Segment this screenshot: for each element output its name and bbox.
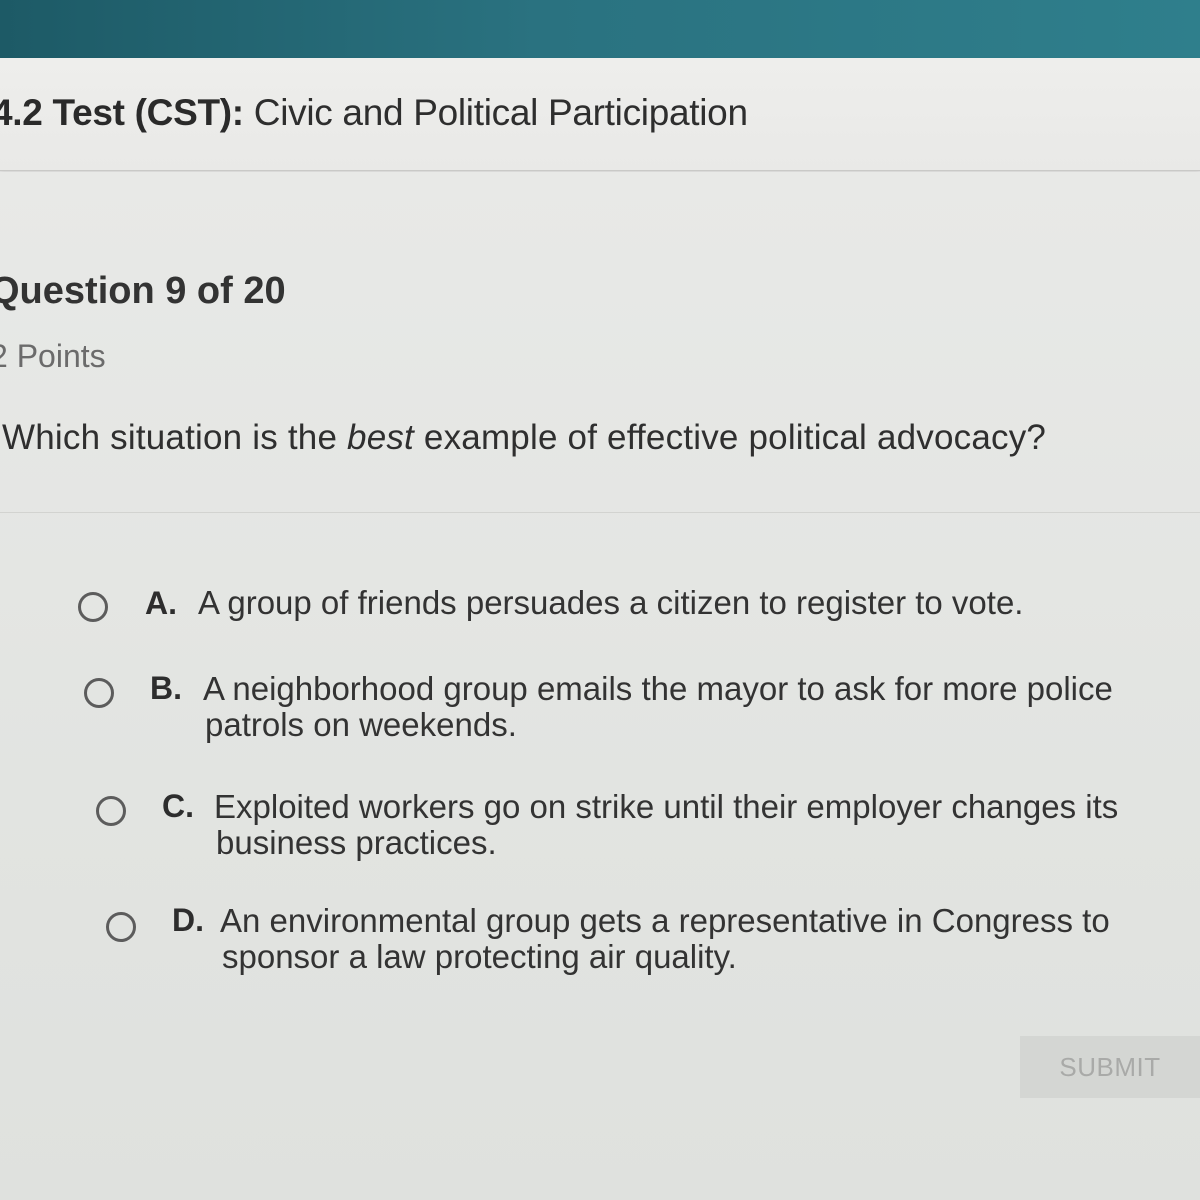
option-letter-d: D. xyxy=(172,902,204,938)
option-text-a: A group of friends persuades a citizen t… xyxy=(198,584,1024,621)
prompt-text-start: Which situation is the xyxy=(2,418,348,457)
option-text-d-line2: sponsor a law protecting air quality. xyxy=(222,938,737,975)
option-letter-c: C. xyxy=(162,788,194,824)
question-points: 2 Points xyxy=(0,338,106,374)
answer-option-d[interactable]: D. An environmental group gets a represe… xyxy=(0,898,1200,978)
option-text-c-line2: business practices. xyxy=(216,824,497,861)
option-text-c-line1: Exploited workers go on strike until the… xyxy=(214,788,1119,825)
submit-button[interactable]: SUBMIT xyxy=(1020,1036,1200,1098)
radio-button-b[interactable] xyxy=(84,678,114,708)
option-text-b-line1: A neighborhood group emails the mayor to… xyxy=(203,670,1113,707)
test-title: 4.2 Test (CST): Civic and Political Part… xyxy=(0,92,748,134)
top-app-bar xyxy=(0,0,1200,58)
prompt-text-end: example of effective political advocacy? xyxy=(414,418,1047,457)
option-text-d-line1: An environmental group gets a representa… xyxy=(220,902,1110,939)
option-letter-a: A. xyxy=(145,585,177,621)
radio-button-a[interactable] xyxy=(78,592,108,622)
test-code: 4.2 Test (CST): xyxy=(0,92,244,133)
prompt-emphasis: best xyxy=(347,418,414,457)
test-name: Civic and Political Participation xyxy=(253,92,748,133)
answer-option-a[interactable]: A. A group of friends persuades a citize… xyxy=(0,580,1200,630)
answer-option-b[interactable]: B. A neighborhood group emails the mayor… xyxy=(0,668,1200,748)
question-number: Question 9 of 20 xyxy=(0,270,286,312)
option-text-b-line2: patrols on weekends. xyxy=(205,706,517,743)
option-letter-b: B. xyxy=(150,670,182,706)
radio-button-d[interactable] xyxy=(106,912,136,942)
radio-button-c[interactable] xyxy=(96,796,126,826)
answer-option-c[interactable]: C. Exploited workers go on strike until … xyxy=(0,786,1200,866)
divider xyxy=(0,512,1200,513)
question-prompt: Which situation is the best example of e… xyxy=(2,418,1046,458)
